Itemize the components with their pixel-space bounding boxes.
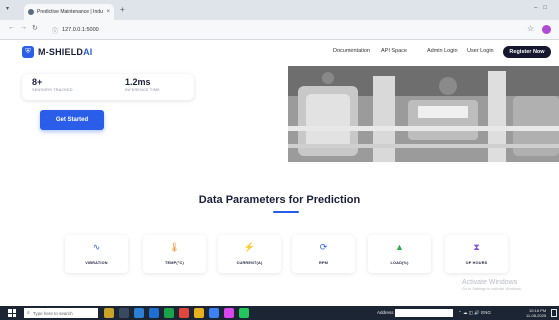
tab-menu-icon[interactable]: ▾ bbox=[6, 5, 9, 12]
browser-tab-bar: ▾ Predictive Maintenance | Industr × + –… bbox=[0, 0, 559, 20]
notification-icon[interactable] bbox=[551, 309, 557, 317]
nav-api-space-link[interactable]: API Space bbox=[381, 48, 407, 54]
stat-label: SENSORS TRACKED bbox=[32, 88, 73, 92]
register-now-button[interactable]: Register Now bbox=[503, 46, 551, 58]
forward-icon[interactable]: → bbox=[20, 24, 27, 31]
file-explorer-icon[interactable] bbox=[134, 308, 144, 318]
page-content: ⛨ M-SHIELDAI Documentation API Space Adm… bbox=[0, 40, 559, 306]
param-label: VIBRATION bbox=[85, 261, 108, 265]
nav-documentation-link[interactable]: Documentation bbox=[333, 48, 370, 54]
app-icon[interactable] bbox=[224, 308, 234, 318]
browser-address-bar: ← → ↻ ⓘ 127.0.0.1:5000 ☆ bbox=[0, 20, 559, 40]
shield-logo-icon: ⛨ bbox=[22, 46, 34, 58]
back-icon[interactable]: ← bbox=[8, 24, 15, 31]
param-card-current[interactable]: ⚡ CURRENT(A) bbox=[218, 235, 281, 273]
clock-date: 11-08-2025 bbox=[526, 313, 547, 318]
weight-icon: ▲ bbox=[395, 242, 404, 252]
brand-name: M-SHIELDAI bbox=[38, 47, 93, 57]
excel-icon[interactable] bbox=[164, 308, 174, 318]
url-text: 127.0.0.1:5000 bbox=[62, 27, 99, 33]
stat-value: 1.2ms bbox=[125, 77, 151, 87]
browser-tab[interactable]: Predictive Maintenance | Industr × bbox=[24, 4, 114, 20]
new-tab-button[interactable]: + bbox=[120, 5, 125, 15]
waveform-icon: ∿ bbox=[92, 242, 101, 252]
chrome-icon[interactable] bbox=[179, 308, 189, 318]
window-controls[interactable]: –□ bbox=[534, 5, 553, 11]
watermark-title: Activate Windows bbox=[462, 279, 518, 286]
tray-language: ENG bbox=[481, 310, 491, 315]
tab-close-icon[interactable]: × bbox=[106, 9, 110, 15]
bookmark-star-icon[interactable]: ☆ bbox=[527, 24, 534, 33]
windows-start-icon[interactable] bbox=[8, 309, 16, 317]
hourglass-icon: ⧗ bbox=[473, 242, 480, 252]
param-label: TEMP(°C) bbox=[165, 261, 184, 265]
stat-sensors: 8+ SENSORS TRACKED bbox=[32, 77, 73, 92]
stat-value: 8+ bbox=[32, 77, 43, 87]
get-started-button[interactable]: Get Started bbox=[40, 110, 104, 130]
stat-label: INFERENCE TIME bbox=[125, 88, 160, 92]
search-placeholder: Type here to search bbox=[32, 310, 73, 316]
stat-inference: 1.2ms INFERENCE TIME bbox=[125, 77, 160, 92]
section-title: Data Parameters for Prediction bbox=[198, 194, 361, 206]
system-tray[interactable]: ⌃ ☁ ◫ 🔊 ENG bbox=[458, 310, 491, 316]
param-card-op-hours[interactable]: ⧗ OP HOURS bbox=[445, 235, 508, 273]
thermometer-icon: 🌡 bbox=[168, 242, 181, 252]
param-card-vibration[interactable]: ∿ VIBRATION bbox=[65, 235, 128, 273]
windows-taskbar: ⌕ Type here to search Address ⌃ ☁ ◫ 🔊 EN… bbox=[0, 306, 559, 320]
nav-admin-login-link[interactable]: Admin Login bbox=[427, 48, 458, 54]
profile-avatar[interactable] bbox=[542, 25, 551, 34]
app-icon[interactable] bbox=[239, 308, 249, 318]
activate-windows-watermark: Activate Windows Go to Settings to activ… bbox=[462, 279, 522, 291]
site-navbar: ⛨ M-SHIELDAI Documentation API Space Adm… bbox=[0, 40, 559, 66]
app-icon[interactable] bbox=[209, 308, 219, 318]
address-toolbar-label: Address bbox=[377, 310, 394, 315]
site-info-icon[interactable]: ⓘ bbox=[52, 26, 58, 35]
people-app-icon[interactable] bbox=[104, 308, 114, 318]
favicon-icon bbox=[28, 9, 34, 15]
tab-title: Predictive Maintenance | Industr bbox=[37, 9, 104, 15]
taskbar-apps bbox=[104, 308, 249, 318]
nav-user-login-link[interactable]: User Login bbox=[467, 48, 494, 54]
url-input[interactable]: ⓘ 127.0.0.1:5000 bbox=[52, 24, 522, 36]
param-label: LOAD(%) bbox=[390, 261, 409, 265]
sync-icon: ⟳ bbox=[319, 242, 328, 252]
address-toolbar-input[interactable] bbox=[395, 309, 453, 317]
param-label: OP HOURS bbox=[465, 261, 488, 265]
taskbar-clock[interactable]: 10:16 PM 11-08-2025 bbox=[526, 308, 546, 318]
hero-industrial-scene bbox=[288, 66, 559, 162]
search-icon: ⌕ bbox=[27, 310, 30, 316]
hero-image bbox=[288, 66, 559, 162]
stats-card: 8+ SENSORS TRACKED 1.2ms INFERENCE TIME bbox=[22, 74, 194, 100]
param-card-rpm[interactable]: ⟳ RPM bbox=[292, 235, 355, 273]
folder-icon[interactable] bbox=[194, 308, 204, 318]
param-card-load[interactable]: ▲ LOAD(%) bbox=[368, 235, 431, 273]
vscode-icon[interactable] bbox=[149, 308, 159, 318]
section-underline bbox=[273, 211, 299, 213]
watermark-subtitle: Go to Settings to activate Windows. bbox=[462, 287, 522, 291]
param-card-temp[interactable]: 🌡 TEMP(°C) bbox=[143, 235, 206, 273]
bolt-icon: ⚡ bbox=[243, 242, 256, 252]
param-label: RPM bbox=[318, 261, 329, 265]
taskbar-search-input[interactable]: ⌕ Type here to search bbox=[24, 308, 98, 318]
brand-logo[interactable]: ⛨ M-SHIELDAI bbox=[22, 46, 93, 58]
param-label: CURRENT(A) bbox=[236, 261, 263, 265]
task-view-icon[interactable] bbox=[119, 308, 129, 318]
reload-icon[interactable]: ↻ bbox=[32, 24, 38, 32]
